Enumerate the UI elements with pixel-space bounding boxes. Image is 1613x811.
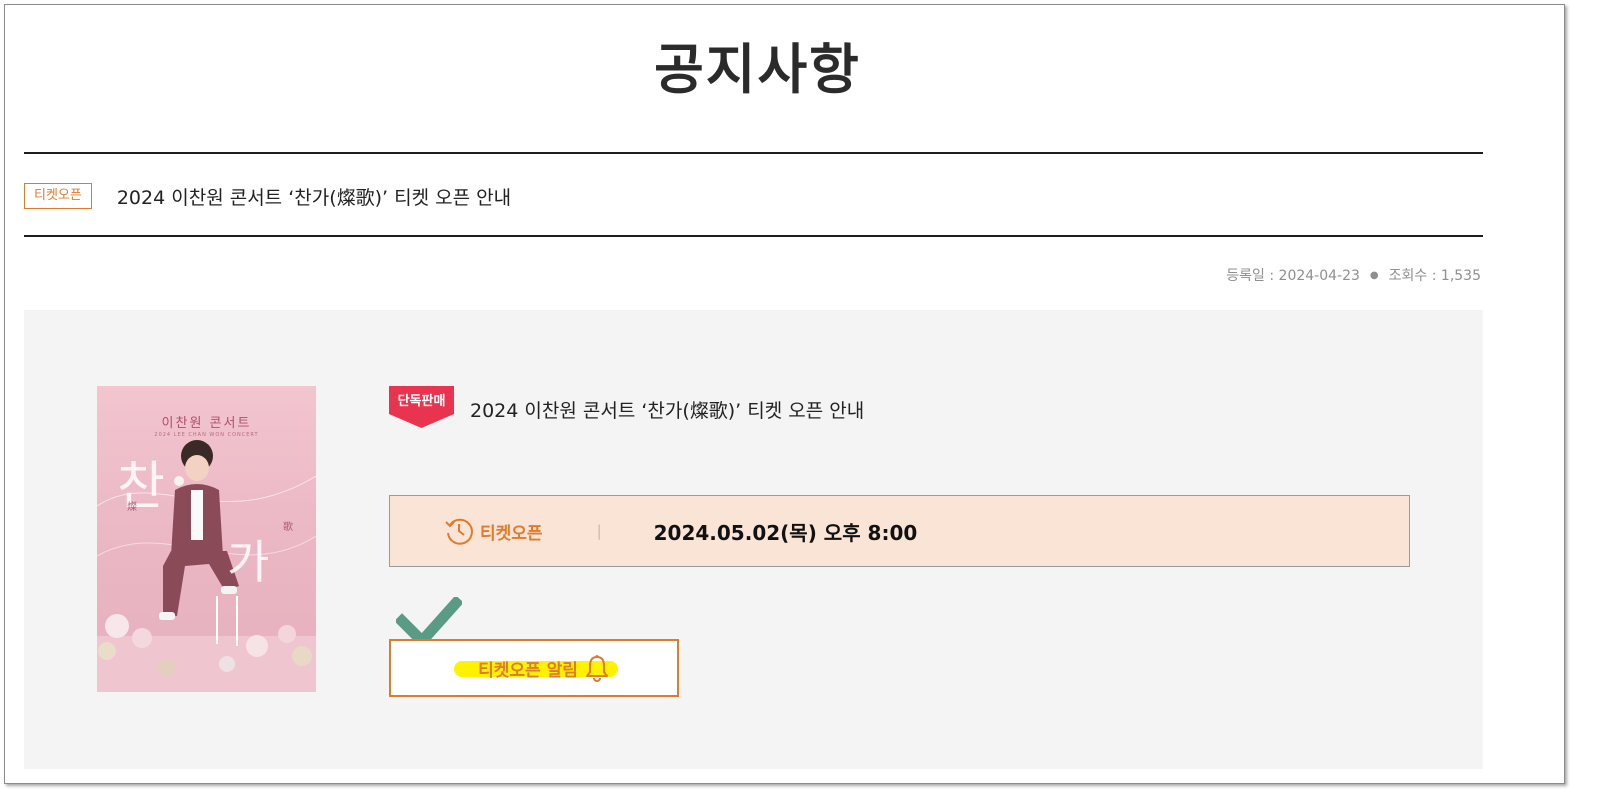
ticket-open-label-group: 티켓오픈 xyxy=(444,516,543,546)
registered-date: 등록일 : 2024-04-23 xyxy=(1226,268,1360,284)
concert-poster: 이찬원 콘서트 2024 LEE CHAN WON CONCERT 찬 燦 가 … xyxy=(97,386,316,692)
alarm-button-content: 티켓오픈 알림 xyxy=(454,652,618,684)
detail-title: 2024 이찬원 콘서트 ‘찬가(燦歌)’ 티켓 오픈 안내 xyxy=(470,400,865,422)
poster-char-1: 찬 xyxy=(117,457,165,517)
category-tag: 티켓오픈 xyxy=(24,183,92,209)
ticket-open-label: 티켓오픈 xyxy=(480,523,543,544)
ticket-open-date: 2024.05.02(목) 오후 8:00 xyxy=(653,520,918,545)
poster-char-2: 가 xyxy=(227,535,270,589)
meta-separator-dot: ● xyxy=(1369,269,1379,281)
alarm-button-label: 티켓오픈 알림 xyxy=(478,660,578,681)
badge-label: 단독판매 xyxy=(397,394,446,409)
notice-page: 공지사항 티켓오픈 2024 이찬원 콘서트 ‘찬가(燦歌)’ 티켓 오픈 안내… xyxy=(4,4,1565,784)
poster-hanja-2: 歌 xyxy=(283,522,293,533)
divider-top xyxy=(24,152,1483,154)
notice-title: 2024 이찬원 콘서트 ‘찬가(燦歌)’ 티켓 오픈 안내 xyxy=(116,186,512,209)
bell-icon xyxy=(585,655,608,682)
ticket-open-alarm-button[interactable]: 티켓오픈 알림 xyxy=(389,639,679,697)
notice-content: 이찬원 콘서트 2024 LEE CHAN WON CONCERT 찬 燦 가 … xyxy=(24,310,1483,769)
view-count: 조회수 : 1,535 xyxy=(1388,268,1481,284)
notice-header: 티켓오픈 2024 이찬원 콘서트 ‘찬가(燦歌)’ 티켓 오픈 안내 xyxy=(24,181,511,211)
divider-bottom xyxy=(24,235,1483,237)
poster-title: 이찬원 콘서트 xyxy=(161,416,252,431)
page-title: 공지사항 xyxy=(654,38,861,101)
open-separator: | xyxy=(596,522,602,540)
poster-subtitle: 2024 LEE CHAN WON CONCERT xyxy=(154,432,259,438)
clock-history-icon xyxy=(445,518,473,545)
poster-hanja-1: 燦 xyxy=(127,502,137,513)
exclusive-sale-badge: 단독판매 xyxy=(389,386,454,428)
notice-meta: 등록일 : 2024-04-23 ● 조회수 : 1,535 xyxy=(1226,265,1481,285)
ticket-open-info: 티켓오픈 | 2024.05.02(목) 오후 8:00 xyxy=(389,495,1410,567)
